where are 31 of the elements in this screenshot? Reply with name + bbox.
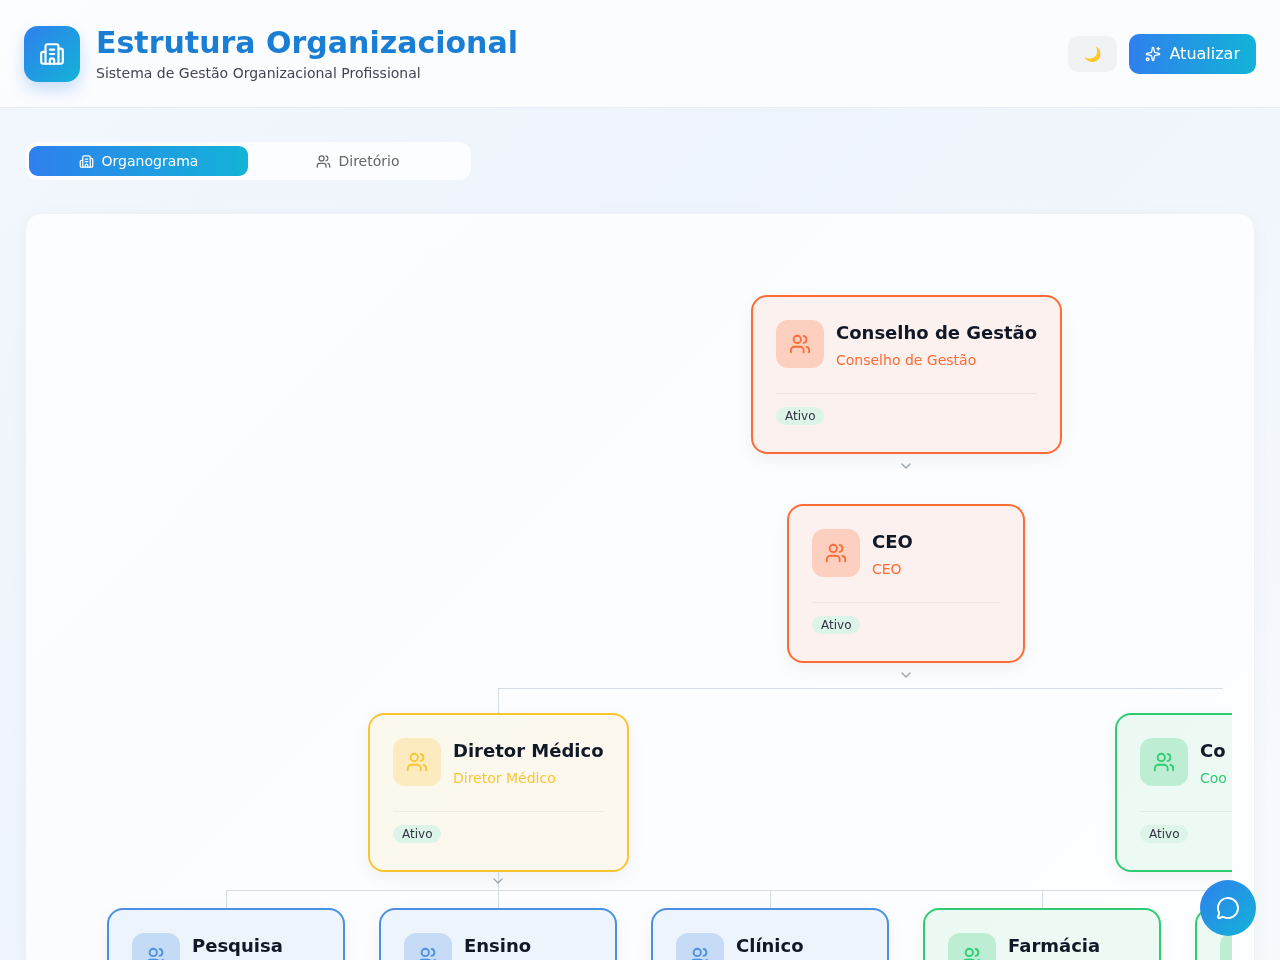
org-node-card[interactable]: Pesquisa	[107, 908, 345, 960]
node-title: Diretor Médico	[453, 740, 604, 762]
node-role: CEO	[872, 560, 902, 577]
node-title: Farmácia	[1008, 935, 1101, 957]
node-title: CEO	[872, 531, 913, 553]
node-role: Conselho de Gestão	[836, 351, 977, 368]
org-node-card[interactable]: Ensino	[379, 908, 617, 960]
building-icon	[78, 153, 94, 169]
status-badge: Ativo	[776, 407, 825, 425]
org-node-card[interactable]: Conselho de Gestão Conselho de Gestão Ativo	[751, 295, 1062, 454]
node-title: Ensino	[464, 935, 532, 957]
sparkles-icon	[1145, 45, 1162, 62]
node-role: Coo	[1200, 769, 1227, 786]
org-node-card[interactable]: CEO CEO Ativo	[787, 504, 1025, 663]
node-role: Diretor Médico	[453, 769, 556, 786]
page-title: Estrutura Organizacional	[96, 26, 518, 59]
node-title: Pesquisa	[192, 935, 283, 957]
status-badge: Ativo	[393, 825, 442, 843]
page-subtitle: Sistema de Gestão Organizacional Profissional	[96, 65, 421, 81]
org-node-card[interactable]: Clínico	[651, 908, 889, 960]
status-badge: Ativo	[812, 616, 861, 634]
org-node-card[interactable]: Farmácia	[923, 908, 1161, 960]
org-node-card[interactable]: Co Coo Ativo	[1115, 713, 1232, 872]
org-node-card[interactable]: Diretor Médico Diretor Médico Ativo	[368, 713, 629, 872]
node-title: Conselho de Gestão	[836, 322, 1038, 344]
node-title: Clínico	[736, 935, 804, 957]
node-title: Co	[1200, 740, 1226, 762]
status-badge: Ativo	[1140, 825, 1189, 843]
view-tab[interactable]: Diretório	[248, 146, 467, 176]
building-logo-icon	[24, 25, 80, 82]
chat-bubble-icon	[1216, 896, 1240, 920]
